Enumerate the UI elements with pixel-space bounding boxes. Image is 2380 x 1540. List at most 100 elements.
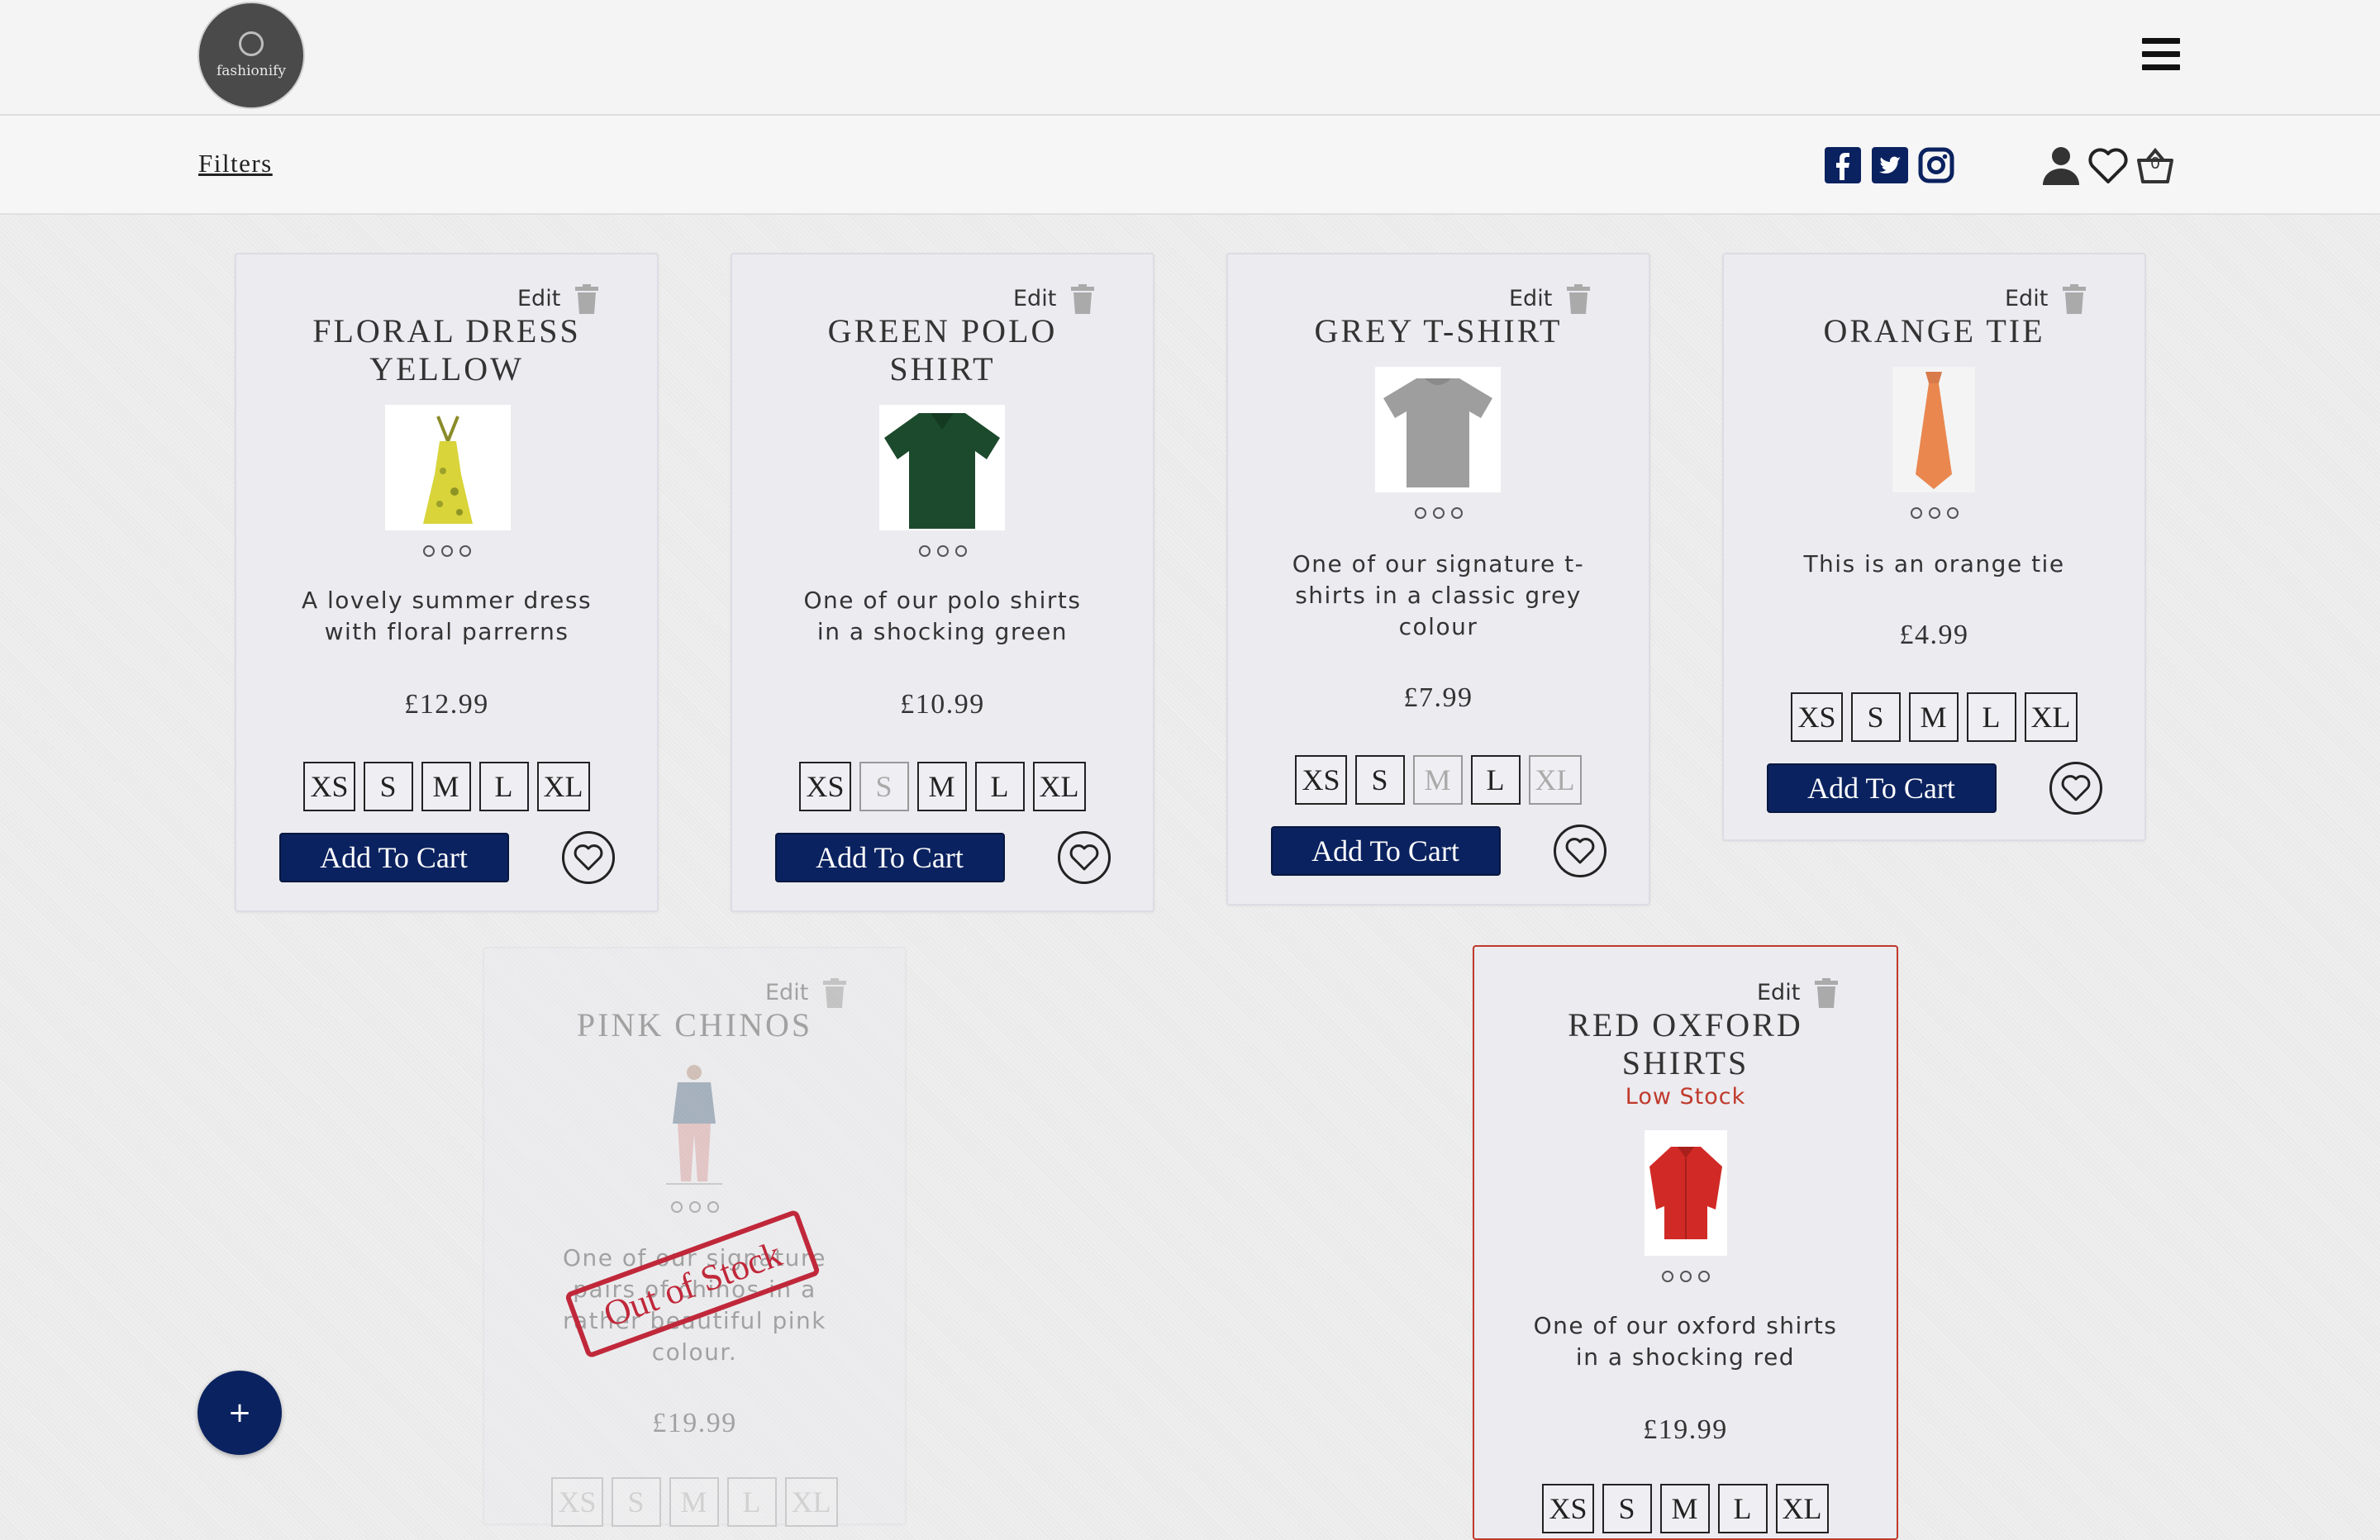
size-xs-button[interactable]: XS	[1791, 692, 1843, 742]
image-carousel-dots[interactable]	[236, 545, 657, 562]
facebook-icon[interactable]	[1825, 147, 1861, 183]
product-title: GREEN POLO SHIRT	[827, 312, 1058, 387]
trash-icon[interactable]	[821, 978, 848, 1008]
size-m-button[interactable]: M	[1659, 1484, 1710, 1533]
product-card-low-stock: Edit RED OXFORD SHIRTS Low Stock One of …	[1473, 945, 1898, 1540]
product-price: £10.99	[900, 689, 985, 720]
size-s-button[interactable]: S	[1850, 692, 1901, 742]
size-m-button[interactable]: M	[1908, 692, 1959, 742]
size-l-button[interactable]: L	[478, 762, 529, 811]
size-selector: XS S M L XL	[732, 762, 1153, 811]
product-description: This is an orange tie	[1803, 550, 2065, 578]
product-price: £19.99	[652, 1408, 737, 1438]
hamburger-icon[interactable]	[2142, 38, 2180, 74]
size-xl-button[interactable]: XL	[1528, 755, 1582, 805]
size-xs-button[interactable]: XS	[551, 1477, 603, 1527]
size-xl-button[interactable]: XL	[784, 1477, 838, 1527]
size-xl-button[interactable]: XL	[536, 762, 590, 811]
heart-icon[interactable]	[2087, 144, 2130, 187]
size-l-button[interactable]: L	[1717, 1484, 1768, 1533]
product-card: Edit ORANGE TIE This is an orange tie £4…	[1722, 253, 2146, 841]
size-selector: XS S M L XL	[236, 762, 657, 811]
brand-logo[interactable]: fashionify	[198, 2, 305, 109]
size-l-button[interactable]: L	[726, 1477, 777, 1527]
logo-text: fashionify	[216, 63, 287, 79]
trash-icon[interactable]	[1813, 978, 1840, 1008]
product-image[interactable]	[1375, 367, 1501, 492]
trash-icon[interactable]	[1565, 284, 1592, 314]
size-s-button[interactable]: S	[1354, 755, 1405, 805]
add-product-fab[interactable]: +	[198, 1371, 282, 1455]
size-selector: XS S M L XL	[1474, 1484, 1897, 1533]
wishlist-button[interactable]	[2049, 762, 2102, 815]
product-title: RED OXFORD SHIRTS	[1568, 1006, 1803, 1081]
size-selector: XS S M L XL	[1228, 755, 1649, 805]
product-description: A lovely summer dress with floral parrer…	[301, 587, 593, 645]
size-m-button[interactable]: M	[916, 762, 967, 811]
edit-button[interactable]: Edit	[2005, 286, 2048, 311]
image-carousel-dots[interactable]	[1228, 507, 1649, 524]
product-card: Edit FLORAL DRESS YELLOW A lovely summer…	[235, 253, 659, 912]
logo-emblem-icon	[239, 31, 264, 56]
size-xs-button[interactable]: XS	[1542, 1484, 1594, 1533]
image-carousel-dots[interactable]	[484, 1201, 905, 1218]
size-xs-button[interactable]: XS	[799, 762, 851, 811]
twitter-icon[interactable]	[1872, 147, 1908, 183]
size-xl-button[interactable]: XL	[1032, 762, 1086, 811]
product-image[interactable]	[1892, 367, 1975, 492]
add-to-cart-button[interactable]: Add To Cart	[774, 833, 1005, 882]
instagram-icon[interactable]	[1918, 147, 1954, 183]
size-selector: XS S M L XL	[1724, 692, 2144, 742]
size-xs-button[interactable]: XS	[303, 762, 355, 811]
add-to-cart-button[interactable]: Add To Cart	[278, 833, 509, 882]
edit-button[interactable]: Edit	[1757, 980, 1800, 1005]
size-xs-button[interactable]: XS	[1295, 755, 1347, 805]
heart-icon	[1565, 838, 1594, 864]
product-card-out-of-stock: Edit PINK CHINOS One of our signature pa…	[483, 947, 907, 1527]
size-m-button[interactable]: M	[1412, 755, 1463, 805]
wishlist-button[interactable]	[1057, 831, 1111, 884]
image-carousel-dots[interactable]	[732, 545, 1153, 562]
product-image[interactable]	[1645, 1130, 1727, 1256]
add-to-cart-button[interactable]: Add To Cart	[1766, 763, 1997, 813]
trash-icon[interactable]	[574, 284, 600, 314]
product-description: One of our polo shirts in a shocking gre…	[803, 587, 1082, 645]
sub-header	[0, 116, 2380, 215]
size-s-button[interactable]: S	[363, 762, 413, 811]
user-icon[interactable]	[2040, 144, 2082, 187]
edit-button[interactable]: Edit	[517, 286, 560, 311]
size-m-button[interactable]: M	[421, 762, 471, 811]
product-image[interactable]	[879, 405, 1005, 530]
edit-button[interactable]: Edit	[765, 980, 808, 1005]
product-title: ORANGE TIE	[1823, 312, 2045, 349]
size-xl-button[interactable]: XL	[2024, 692, 2078, 742]
size-s-button[interactable]: S	[611, 1477, 661, 1527]
product-title: PINK CHINOS	[576, 1006, 813, 1043]
product-card: Edit GREY T-SHIRT One of our signature t…	[1226, 253, 1650, 905]
heart-icon	[2061, 775, 2090, 801]
size-xl-button[interactable]: XL	[1775, 1484, 1829, 1533]
size-l-button[interactable]: L	[974, 762, 1025, 811]
wishlist-button[interactable]	[1553, 825, 1606, 877]
edit-button[interactable]: Edit	[1509, 286, 1552, 311]
trash-icon[interactable]	[2061, 284, 2087, 314]
low-stock-label: Low Stock	[1625, 1084, 1746, 1110]
product-title: GREY T-SHIRT	[1314, 312, 1563, 349]
edit-button[interactable]: Edit	[1013, 286, 1056, 311]
size-s-button[interactable]: S	[859, 762, 909, 811]
filters-link[interactable]: Filters	[198, 149, 273, 178]
size-m-button[interactable]: M	[669, 1477, 719, 1527]
product-image[interactable]	[650, 1061, 739, 1186]
trash-icon[interactable]	[1069, 284, 1096, 314]
wishlist-button[interactable]	[561, 831, 615, 884]
product-description: One of our signature t- shirts in a clas…	[1292, 550, 1585, 640]
image-carousel-dots[interactable]	[1724, 507, 2144, 524]
add-to-cart-button[interactable]: Add To Cart	[1270, 826, 1501, 876]
cart-count-badge: 0	[2150, 154, 2160, 173]
size-s-button[interactable]: S	[1602, 1484, 1652, 1533]
size-l-button[interactable]: L	[1470, 755, 1521, 805]
image-carousel-dots[interactable]	[1474, 1271, 1897, 1287]
size-l-button[interactable]: L	[1966, 692, 2016, 742]
product-price: £12.99	[404, 689, 489, 720]
product-image[interactable]	[385, 405, 511, 530]
